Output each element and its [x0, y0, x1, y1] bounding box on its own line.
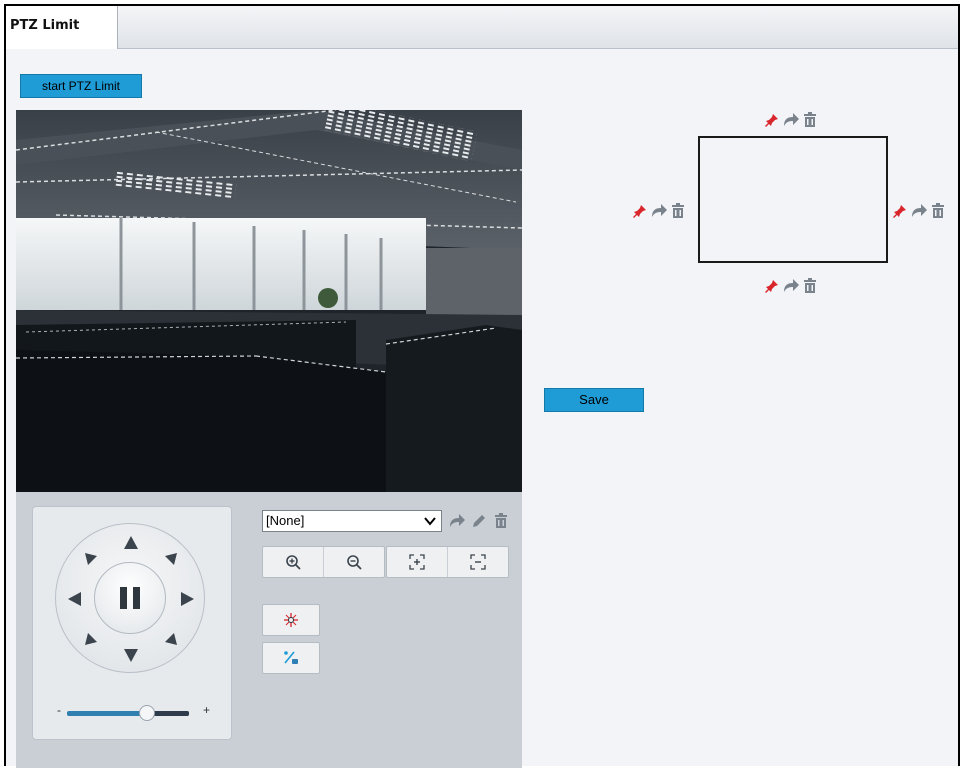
- preset-select[interactable]: [None]: [262, 510, 442, 532]
- zoom-in-button[interactable]: [263, 547, 324, 577]
- light-button[interactable]: [262, 604, 320, 636]
- speed-minus-label: -: [57, 703, 61, 717]
- zoom-out-button[interactable]: [324, 547, 384, 577]
- trash-icon[interactable]: [670, 203, 686, 219]
- left-limit-controls: [632, 203, 686, 219]
- goto-arrow-icon[interactable]: [783, 112, 799, 128]
- speed-slider-row: - +: [33, 703, 231, 723]
- pause-icon: [120, 587, 140, 609]
- goto-arrow-icon[interactable]: [783, 278, 799, 294]
- direction-pad-box: - +: [32, 506, 232, 740]
- trash-icon[interactable]: [930, 203, 946, 219]
- chevron-down-icon: [424, 517, 436, 526]
- pin-icon[interactable]: [764, 112, 780, 128]
- focus-button-group: [386, 546, 509, 578]
- goto-arrow-icon[interactable]: [651, 203, 667, 219]
- zoom-button-group: [262, 546, 385, 578]
- focus-far-button[interactable]: [448, 547, 508, 577]
- pan-right-arrow-icon[interactable]: [178, 590, 196, 608]
- speed-slider-track[interactable]: [67, 711, 189, 716]
- speed-slider-handle[interactable]: [139, 705, 155, 721]
- tab-bar: PTZ Limit: [6, 6, 958, 49]
- pan-left-arrow-icon[interactable]: [66, 590, 84, 608]
- goto-preset-icon[interactable]: [448, 512, 466, 530]
- ptz-limit-boundary-box: [698, 136, 888, 263]
- focus-far-icon: [470, 554, 486, 570]
- preset-selected-value: [None]: [266, 513, 305, 528]
- light-icon: [284, 613, 298, 627]
- pan-up-arrow-icon[interactable]: [122, 534, 140, 552]
- pin-icon[interactable]: [892, 203, 908, 219]
- ptz-control-panel: - + [None]: [16, 492, 522, 768]
- office-camera-image: [16, 110, 522, 492]
- live-video-view: [16, 110, 522, 492]
- save-button[interactable]: Save: [544, 388, 644, 412]
- right-limit-controls: [892, 203, 946, 219]
- focus-near-button[interactable]: [387, 547, 448, 577]
- up-limit-controls: [764, 112, 818, 128]
- start-ptz-limit-button[interactable]: start PTZ Limit: [20, 74, 142, 98]
- edit-preset-icon[interactable]: [470, 512, 488, 530]
- down-limit-controls: [764, 278, 818, 294]
- delete-preset-icon[interactable]: [492, 512, 510, 530]
- zoom-in-icon: [286, 555, 301, 570]
- wiper-icon: [284, 651, 298, 664]
- pin-icon[interactable]: [764, 278, 780, 294]
- direction-pad: [55, 523, 205, 673]
- trash-icon[interactable]: [802, 278, 818, 294]
- speed-plus-label: +: [203, 703, 211, 717]
- tab-ptz-limit[interactable]: PTZ Limit: [6, 6, 118, 49]
- pan-down-arrow-icon[interactable]: [122, 646, 140, 664]
- pause-button[interactable]: [94, 562, 166, 634]
- focus-near-icon: [409, 554, 425, 570]
- wiper-button[interactable]: [262, 642, 320, 674]
- goto-arrow-icon[interactable]: [911, 203, 927, 219]
- main-frame: PTZ Limit start PTZ Limit - + [None] Sav…: [4, 4, 960, 768]
- trash-icon[interactable]: [802, 112, 818, 128]
- pin-icon[interactable]: [632, 203, 648, 219]
- zoom-out-icon: [347, 555, 362, 570]
